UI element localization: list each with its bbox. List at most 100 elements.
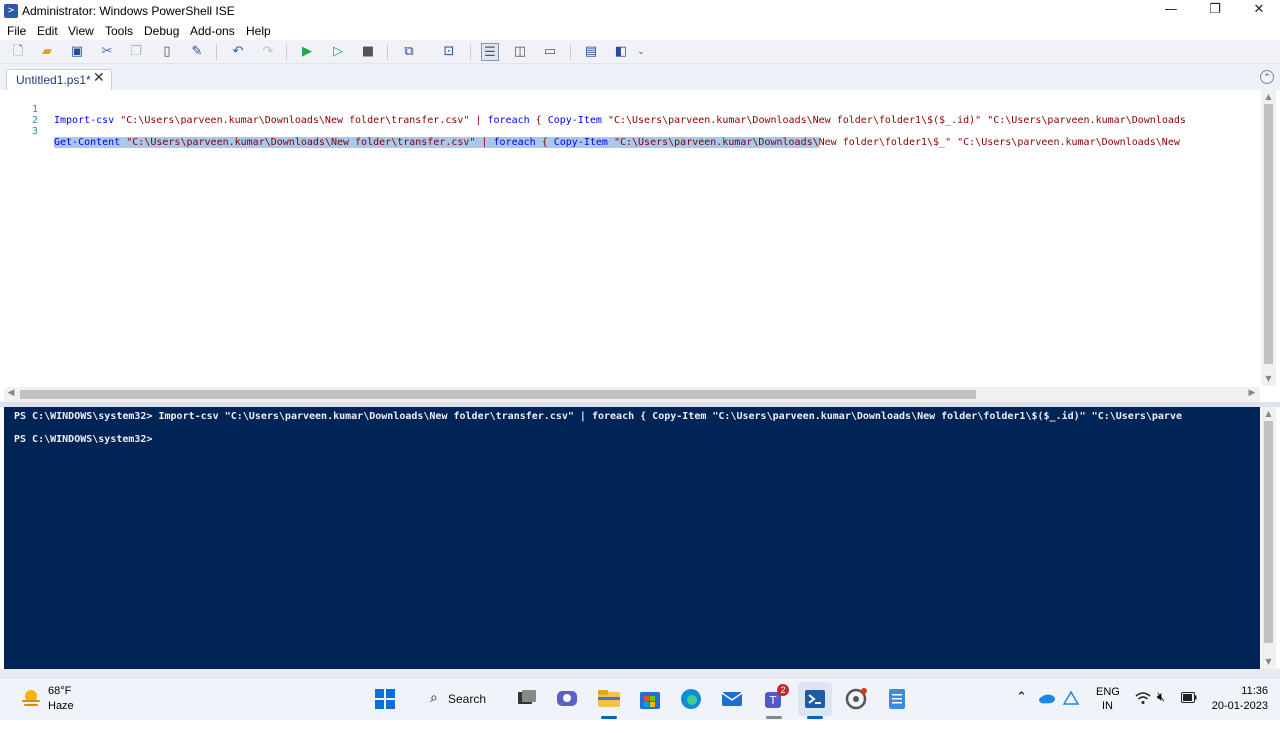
editor-vertical-scrollbar[interactable]: ▲ ▼: [1261, 90, 1276, 386]
menu-view[interactable]: View: [68, 24, 94, 38]
mail-icon[interactable]: [719, 686, 745, 712]
menu-tools[interactable]: Tools: [105, 24, 133, 38]
run-selection-icon[interactable]: ▷: [329, 43, 347, 61]
close-button[interactable]: ✕: [1236, 0, 1280, 22]
menu-edit[interactable]: Edit: [37, 24, 58, 38]
scroll-up-icon[interactable]: ▲: [1263, 409, 1274, 419]
console-vertical-scrollbar[interactable]: ▲ ▼: [1261, 407, 1276, 669]
stop-icon[interactable]: ■: [359, 43, 377, 61]
scroll-thumb[interactable]: [20, 390, 976, 399]
settings-icon[interactable]: [843, 686, 869, 712]
clear-icon[interactable]: ✎: [188, 43, 206, 61]
undo-icon[interactable]: ↶: [229, 43, 247, 61]
code-token: New folder\folder1\$_" "C:\Users\parveen…: [818, 137, 1180, 148]
code-token: foreach: [487, 115, 530, 126]
task-view-icon[interactable]: [514, 686, 540, 712]
onedrive-icon[interactable]: [1038, 691, 1056, 705]
start-icon[interactable]: [372, 686, 398, 712]
paste-icon[interactable]: ▯: [158, 43, 176, 61]
line-number: 3: [31, 126, 38, 137]
close-icon[interactable]: ✕: [93, 70, 105, 86]
console-prompt: PS C:\WINDOWS\system32>: [14, 434, 153, 445]
edge-icon[interactable]: [678, 686, 704, 712]
console-line: PS C:\WINDOWS\system32> Import-csv "C:\U…: [14, 411, 1182, 422]
scroll-thumb[interactable]: [1264, 421, 1273, 643]
new-icon[interactable]: 🗋: [9, 43, 27, 61]
editor-horizontal-scrollbar[interactable]: ◀ ▶: [4, 387, 1260, 402]
search-icon: ⌕: [430, 690, 438, 706]
active-indicator: [601, 716, 617, 719]
svg-text:T: T: [769, 694, 777, 707]
clock-time: 11:36: [1241, 685, 1268, 697]
minimize-button[interactable]: —: [1148, 0, 1194, 22]
run-icon[interactable]: ▶: [298, 43, 316, 61]
show-script-top-icon[interactable]: ☰: [481, 43, 499, 61]
editor-line: 3 Get-Content "C:\Users\parveen.kumar\Do…: [4, 115, 1180, 148]
code-token: "C:\Users\parveen.kumar\Downloads\: [607, 137, 819, 148]
status-strip: [0, 669, 1280, 677]
notepad-icon[interactable]: [884, 686, 910, 712]
console-pane[interactable]: PS C:\WINDOWS\system32> Import-csv "C:\U…: [4, 407, 1260, 669]
copy-icon[interactable]: ❐: [127, 43, 145, 61]
toolbar-overflow-icon[interactable]: ⌄: [636, 43, 646, 61]
chevron-up-icon[interactable]: ⌃: [1016, 690, 1027, 733]
code-line-3: Get-Content "C:\Users\parveen.kumar\Down…: [54, 137, 1180, 148]
code-token: {: [535, 137, 554, 148]
scroll-thumb[interactable]: [1264, 104, 1273, 364]
tab-untitled1[interactable]: Untitled1.ps1* ✕: [6, 69, 112, 90]
scroll-left-icon[interactable]: ◀: [6, 388, 16, 400]
language-region: IN: [1102, 700, 1113, 712]
clock[interactable]: 11:36 20-01-2023: [1204, 685, 1268, 728]
menu-add-ons[interactable]: Add-ons: [190, 24, 235, 38]
powershell-icon[interactable]: ⊡: [440, 43, 458, 61]
volume-muted-icon[interactable]: 🔇︎: [1157, 690, 1165, 733]
powershell-ise-icon: >: [4, 4, 18, 18]
code-line-1: Import-csv "C:\Users\parveen.kumar\Downl…: [54, 115, 1186, 126]
remote-icon[interactable]: ⧉: [400, 43, 418, 61]
show-script-right-icon[interactable]: ◫: [511, 43, 529, 61]
tab-strip: Untitled1.ps1* ✕: [0, 64, 1280, 90]
file-explorer-icon[interactable]: [596, 686, 622, 712]
code-token: Copy-Item: [547, 115, 602, 126]
chat-icon[interactable]: [554, 686, 580, 712]
redo-icon[interactable]: ↷: [259, 43, 277, 61]
addon-icon[interactable]: ◧: [612, 43, 630, 61]
window-title: Administrator: Windows PowerShell ISE: [22, 4, 235, 18]
code-token: {: [529, 115, 548, 126]
search-label: Search: [448, 692, 487, 706]
open-icon[interactable]: ▰: [38, 43, 56, 61]
weather-haze-icon[interactable]: [20, 687, 42, 709]
code-token: Import-csv: [54, 115, 115, 126]
scroll-up-icon[interactable]: ▲: [1263, 92, 1274, 102]
restore-button[interactable]: ❐: [1192, 0, 1238, 22]
cut-icon[interactable]: ✂: [98, 43, 116, 61]
menu-debug[interactable]: Debug: [144, 24, 179, 38]
weather-description[interactable]: Haze: [48, 700, 74, 712]
command-icon[interactable]: ▤: [582, 43, 600, 61]
script-editor[interactable]: 1 Import-csv "C:\Users\parveen.kumar\Dow…: [4, 90, 1260, 386]
active-indicator: [807, 716, 823, 719]
scroll-down-icon[interactable]: ▼: [1263, 374, 1274, 384]
menu-bar: File Edit View Tools Debug Add-ons Help: [0, 22, 1280, 40]
code-token: "C:\Users\parveen.kumar\Downloads\New fo…: [601, 115, 1186, 126]
collapse-script-pane-icon[interactable]: ⌃: [1260, 70, 1274, 84]
tab-label: Untitled1.ps1*: [16, 73, 91, 87]
menu-file[interactable]: File: [7, 24, 26, 38]
weather-temperature[interactable]: 68°F: [48, 685, 71, 697]
code-token: Copy-Item: [553, 137, 608, 148]
code-token: foreach: [493, 137, 536, 148]
powershell-icon[interactable]: [802, 686, 828, 712]
wifi-icon[interactable]: [1135, 691, 1151, 705]
menu-help[interactable]: Help: [246, 24, 271, 38]
scroll-down-icon[interactable]: ▼: [1263, 657, 1274, 667]
language-indicator[interactable]: ENG IN: [1096, 686, 1120, 729]
taskbar-search[interactable]: ⌕ Search: [420, 686, 494, 712]
network-vpn-icon[interactable]: [1062, 690, 1080, 706]
battery-icon[interactable]: [1181, 692, 1197, 703]
store-icon[interactable]: [637, 686, 663, 712]
code-token: "C:\Users\parveen.kumar\Downloads\New fo…: [120, 137, 494, 148]
show-script-max-icon[interactable]: ▭: [541, 43, 559, 61]
language-code: ENG: [1096, 686, 1120, 698]
scroll-right-icon[interactable]: ▶: [1247, 388, 1257, 400]
save-icon[interactable]: ▣: [68, 43, 86, 61]
